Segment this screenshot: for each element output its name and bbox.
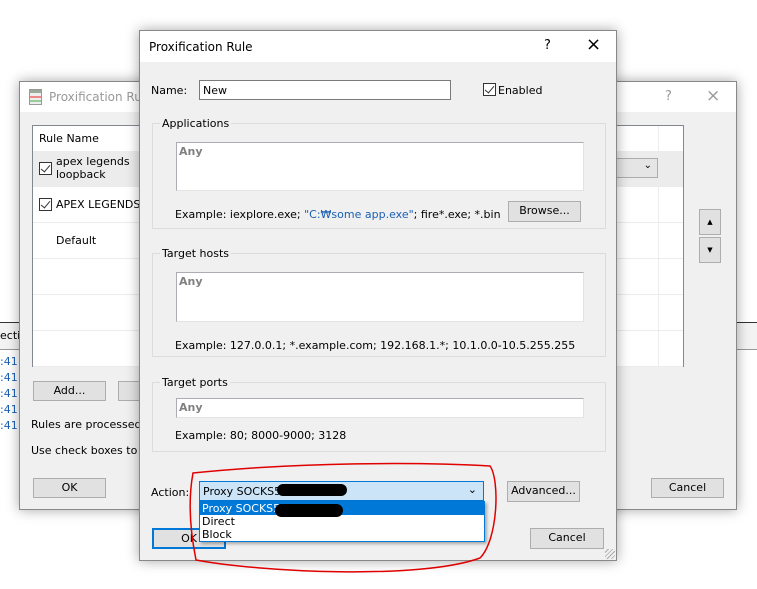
red-annotation-circle (189, 462, 497, 573)
